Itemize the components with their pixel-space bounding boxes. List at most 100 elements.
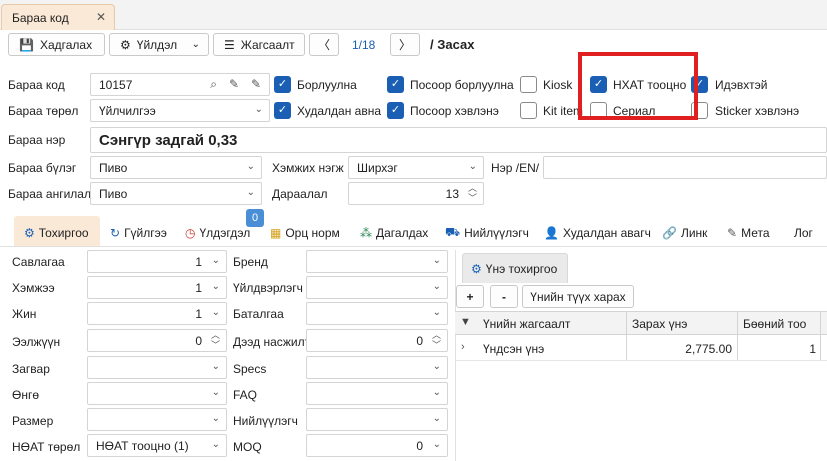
- save-label: Хадгалах: [39, 37, 93, 52]
- color-select[interactable]: ⌄: [87, 382, 227, 405]
- chevron-left-icon: 〈: [317, 38, 330, 52]
- actions-dropdown-button[interactable]: ⚙ Үйлдэл ⌄: [109, 33, 209, 56]
- pos-print-checkbox[interactable]: ✓: [387, 102, 404, 119]
- tree-icon: ⁂: [360, 226, 372, 240]
- tab-log[interactable]: Лог: [794, 218, 813, 248]
- packaging-input[interactable]: 1 ⌄: [87, 250, 227, 273]
- actions-label: Үйлдэл: [136, 37, 178, 52]
- warranty-select[interactable]: ⌄: [306, 302, 448, 325]
- sell-checkbox[interactable]: ✓: [274, 76, 291, 93]
- manufacturer-select[interactable]: ⌄: [306, 276, 448, 299]
- chevron-down-icon: ⌄: [211, 361, 220, 372]
- weight-input[interactable]: 1 ⌄: [87, 302, 227, 325]
- unit-label: Хэмжих нэгж: [272, 161, 344, 175]
- tab-customers[interactable]: 👤 Худалдан авагч: [544, 218, 651, 248]
- max-age-label: Дээд насжилт: [233, 335, 311, 349]
- pencil-icon[interactable]: ✎: [229, 77, 239, 91]
- chevron-down-icon: ⌄: [211, 413, 220, 424]
- kiosk-label: Kiosk: [543, 78, 573, 92]
- list-button[interactable]: ☰ Жагсаалт: [213, 33, 305, 56]
- order-spinner[interactable]: 13 ︿ ﹀: [348, 182, 484, 205]
- price-history-button[interactable]: Үнийн түүх харах: [522, 285, 634, 308]
- name-en-input[interactable]: [543, 156, 827, 179]
- history-icon: ↻: [110, 226, 121, 240]
- prev-record-button[interactable]: 〈: [309, 33, 339, 56]
- supplier-select[interactable]: ⌄: [306, 408, 448, 431]
- chevron-down-icon: ⌄: [211, 307, 220, 318]
- save-button[interactable]: 💾 Хадгалах: [8, 33, 105, 56]
- tab-link[interactable]: 🔗 Линк: [662, 218, 707, 248]
- active-label: Идэвхтэй: [715, 78, 768, 92]
- tab-balance[interactable]: ◷ Үлдэгдэл: [185, 218, 250, 248]
- chevron-down-icon: ⌄: [254, 104, 263, 115]
- doc-tab-item-code[interactable]: Бараа код ✕: [1, 4, 115, 30]
- table-row[interactable]: › Үндсэн үнэ 2,775.00 1: [455, 336, 827, 361]
- tab-transactions[interactable]: ↻ Гүйлгээ: [110, 218, 167, 248]
- name-en-label: Нэр /EN/: [491, 161, 540, 175]
- dimension-label: Размер: [12, 414, 54, 428]
- group-select[interactable]: Пиво ⌄: [90, 156, 262, 179]
- add-price-button[interactable]: +: [456, 285, 484, 308]
- chevron-down-icon: ⌄: [432, 387, 441, 398]
- max-age-spinner[interactable]: 0 ︿ ﹀: [306, 329, 448, 352]
- size-input[interactable]: 1 ⌄: [87, 276, 227, 299]
- chevron-right-icon[interactable]: ›: [461, 341, 465, 353]
- link-icon: 🔗: [662, 226, 677, 240]
- grid-icon: ▦: [270, 226, 282, 240]
- unit-select[interactable]: Ширхэг ⌄: [348, 156, 484, 179]
- tab-meta[interactable]: ✎ Мета: [727, 218, 770, 248]
- balance-count-badge: 0: [246, 209, 264, 227]
- size-value: 1: [195, 280, 202, 295]
- remove-price-button[interactable]: -: [490, 285, 518, 308]
- vat-type-select[interactable]: НӨАТ тооцно (1) ⌄: [87, 434, 227, 457]
- name-input[interactable]: Сэнгүр задгай 0,33: [90, 127, 827, 153]
- spinner-arrows-icon[interactable]: ︿ ﹀: [432, 330, 441, 350]
- tab-label: Үнэ тохиргоо: [485, 261, 558, 276]
- tab-label: Нийлүүлэгч: [464, 226, 529, 240]
- tab-accessories[interactable]: ⁂ Дагалдах: [360, 218, 428, 248]
- purchase-checkbox[interactable]: ✓: [274, 102, 291, 119]
- volume-value: 0: [195, 333, 202, 348]
- spinner-arrows-icon[interactable]: ︿ ﹀: [468, 183, 477, 203]
- close-icon[interactable]: ✕: [96, 10, 106, 24]
- volume-spinner[interactable]: 0 ︿ ﹀: [87, 329, 227, 352]
- filter-icon[interactable]: ▼: [460, 316, 471, 328]
- weight-value: 1: [195, 306, 202, 321]
- record-pager: 1/18: [352, 38, 376, 52]
- truck-icon: ⛟: [445, 225, 461, 239]
- model-label: Загвар: [12, 362, 50, 376]
- code-input[interactable]: 10157 ⌕ ✎ ✎: [90, 73, 270, 96]
- size-label: Хэмжээ: [12, 281, 55, 295]
- edit-icon[interactable]: ✎: [251, 77, 261, 91]
- tab-price-settings[interactable]: ⚙ Үнэ тохиргоо: [462, 253, 568, 283]
- tab-label: Дагалдах: [376, 226, 429, 240]
- faq-select[interactable]: ⌄: [306, 382, 448, 405]
- next-record-button[interactable]: 〉: [390, 33, 420, 56]
- chevron-down-icon: ⌄: [468, 161, 477, 172]
- brand-select[interactable]: ⌄: [306, 250, 448, 273]
- search-icon[interactable]: ⌕: [210, 77, 217, 92]
- tab-suppliers[interactable]: ⛟ Нийлүүлэгч: [445, 218, 529, 248]
- chevron-down-icon: ⌄: [432, 255, 441, 266]
- weight-label: Жин: [12, 307, 37, 321]
- kiosk-checkbox[interactable]: [520, 76, 537, 93]
- category-select[interactable]: Пиво ⌄: [90, 182, 262, 205]
- moq-select[interactable]: 0 ⌄: [306, 434, 448, 457]
- model-select[interactable]: ⌄: [87, 356, 227, 379]
- bulk-qty-cell: 1: [809, 342, 816, 356]
- gear-icon: ⚙: [471, 261, 482, 276]
- moq-label: MOQ: [233, 440, 262, 454]
- pos-sell-label: Посоор борлуулна: [410, 78, 514, 92]
- order-value: 13: [445, 186, 459, 201]
- list-label: Жагсаалт: [240, 37, 295, 52]
- specs-select[interactable]: ⌄: [306, 356, 448, 379]
- type-select[interactable]: Үйлчилгээ ⌄: [90, 99, 270, 122]
- tab-recipe[interactable]: ▦ Орц норм: [270, 218, 340, 248]
- tab-settings[interactable]: ⚙ Тохиргоо: [24, 218, 89, 248]
- spinner-arrows-icon[interactable]: ︿ ﹀: [211, 330, 220, 350]
- person-icon: 👤: [544, 226, 559, 240]
- document-tab-strip: Бараа код ✕: [0, 0, 827, 30]
- dimension-select[interactable]: ⌄: [87, 408, 227, 431]
- kit-item-checkbox[interactable]: [520, 102, 537, 119]
- pos-sell-checkbox[interactable]: ✓: [387, 76, 404, 93]
